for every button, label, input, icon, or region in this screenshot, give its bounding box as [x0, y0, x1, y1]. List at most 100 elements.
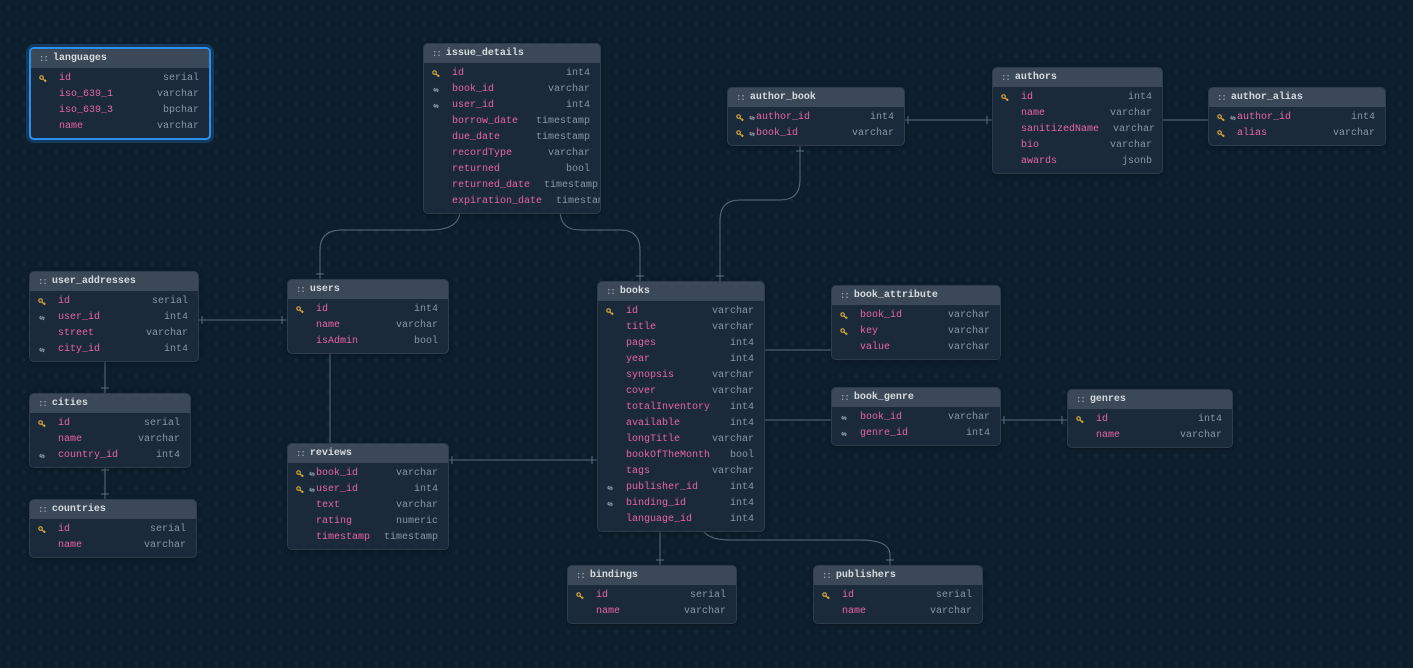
- table-book_genre[interactable]: ::book_genrebook_idvarchargenre_idint4: [831, 387, 1001, 446]
- table-issue_details[interactable]: ::issue_detailsidint4book_idvarcharuser_…: [423, 43, 601, 214]
- column-row[interactable]: returned_datetimestamp: [424, 177, 600, 193]
- column-row[interactable]: user_idint4: [424, 97, 600, 113]
- column-name: book_id: [316, 467, 358, 480]
- column-row[interactable]: aliasvarchar: [1209, 125, 1385, 141]
- column-row[interactable]: namevarchar: [30, 537, 196, 553]
- column-row[interactable]: idint4: [288, 301, 448, 317]
- table-users[interactable]: ::usersidint4namevarcharisAdminbool: [287, 279, 449, 354]
- table-header[interactable]: ::books: [598, 282, 764, 301]
- table-cities[interactable]: ::citiesidserialnamevarcharcountry_idint…: [29, 393, 191, 468]
- column-row[interactable]: keyvarchar: [832, 323, 1000, 339]
- column-row[interactable]: namevarchar: [568, 603, 736, 619]
- table-header[interactable]: ::author_alias: [1209, 88, 1385, 107]
- table-header[interactable]: ::reviews: [288, 444, 448, 463]
- column-row[interactable]: recordTypevarchar: [424, 145, 600, 161]
- table-genres[interactable]: ::genresidint4namevarchar: [1067, 389, 1233, 448]
- column-row[interactable]: borrow_datetimestamp: [424, 113, 600, 129]
- table-header[interactable]: ::user_addresses: [30, 272, 198, 291]
- table-user_addresses[interactable]: ::user_addressesidserialuser_idint4stree…: [29, 271, 199, 362]
- table-bindings[interactable]: ::bindingsidserialnamevarchar: [567, 565, 737, 624]
- table-header[interactable]: ::users: [288, 280, 448, 299]
- column-row[interactable]: idserial: [30, 521, 196, 537]
- column-row[interactable]: idserial: [30, 415, 190, 431]
- column-row[interactable]: iso_639_3bpchar: [31, 102, 209, 118]
- column-row[interactable]: idserial: [31, 70, 209, 86]
- table-header[interactable]: ::book_genre: [832, 388, 1000, 407]
- column-row[interactable]: book_idvarchar: [728, 125, 904, 141]
- column-row[interactable]: totalInventoryint4: [598, 399, 764, 415]
- column-row[interactable]: synopsisvarchar: [598, 367, 764, 383]
- column-row[interactable]: genre_idint4: [832, 425, 1000, 441]
- column-row[interactable]: availableint4: [598, 415, 764, 431]
- column-row[interactable]: user_idint4: [288, 481, 448, 497]
- column-row[interactable]: namevarchar: [993, 105, 1162, 121]
- column-row[interactable]: sanitizedNamevarchar: [993, 121, 1162, 137]
- table-author_book[interactable]: ::author_bookauthor_idint4book_idvarchar: [727, 87, 905, 146]
- column-row[interactable]: idint4: [1068, 411, 1232, 427]
- table-header[interactable]: ::authors: [993, 68, 1162, 87]
- column-row[interactable]: country_idint4: [30, 447, 190, 463]
- column-row[interactable]: iso_639_1varchar: [31, 86, 209, 102]
- column-row[interactable]: namevarchar: [814, 603, 982, 619]
- column-row[interactable]: covervarchar: [598, 383, 764, 399]
- column-row[interactable]: book_idvarchar: [832, 307, 1000, 323]
- column-row[interactable]: namevarchar: [1068, 427, 1232, 443]
- column-row[interactable]: biovarchar: [993, 137, 1162, 153]
- column-row[interactable]: expiration_datetimestamp: [424, 193, 600, 209]
- column-row[interactable]: returnedbool: [424, 161, 600, 177]
- table-header[interactable]: ::author_book: [728, 88, 904, 107]
- column-row[interactable]: language_idint4: [598, 511, 764, 527]
- column-row[interactable]: tagsvarchar: [598, 463, 764, 479]
- column-row[interactable]: idserial: [30, 293, 198, 309]
- column-row[interactable]: binding_idint4: [598, 495, 764, 511]
- table-header[interactable]: ::genres: [1068, 390, 1232, 409]
- column-row[interactable]: city_idint4: [30, 341, 198, 357]
- table-book_attribute[interactable]: ::book_attributebook_idvarcharkeyvarchar…: [831, 285, 1001, 360]
- column-row[interactable]: book_idvarchar: [424, 81, 600, 97]
- column-row[interactable]: namevarchar: [31, 118, 209, 134]
- table-header[interactable]: ::publishers: [814, 566, 982, 585]
- table-languages[interactable]: ::languagesidserialiso_639_1varchariso_6…: [29, 47, 211, 140]
- column-row[interactable]: user_idint4: [30, 309, 198, 325]
- column-row[interactable]: namevarchar: [288, 317, 448, 333]
- table-header[interactable]: ::countries: [30, 500, 196, 519]
- table-authors[interactable]: ::authorsidint4namevarcharsanitizedNamev…: [992, 67, 1163, 174]
- column-row[interactable]: streetvarchar: [30, 325, 198, 341]
- table-header[interactable]: ::book_attribute: [832, 286, 1000, 305]
- column-row[interactable]: author_idint4: [728, 109, 904, 125]
- column-name: name: [58, 433, 82, 446]
- table-reviews[interactable]: ::reviewsbook_idvarcharuser_idint4textva…: [287, 443, 449, 550]
- column-row[interactable]: author_idint4: [1209, 109, 1385, 125]
- column-row[interactable]: isAdminbool: [288, 333, 448, 349]
- column-row[interactable]: book_idvarchar: [288, 465, 448, 481]
- table-author_alias[interactable]: ::author_aliasauthor_idint4aliasvarchar: [1208, 87, 1386, 146]
- table-header[interactable]: ::bindings: [568, 566, 736, 585]
- column-row[interactable]: awardsjsonb: [993, 153, 1162, 169]
- column-row[interactable]: idserial: [568, 587, 736, 603]
- column-row[interactable]: valuevarchar: [832, 339, 1000, 355]
- table-countries[interactable]: ::countriesidserialnamevarchar: [29, 499, 197, 558]
- column-row[interactable]: bookOfTheMonthbool: [598, 447, 764, 463]
- column-row[interactable]: idvarchar: [598, 303, 764, 319]
- column-row[interactable]: timestamptimestamp: [288, 529, 448, 545]
- column-row[interactable]: idserial: [814, 587, 982, 603]
- column-row[interactable]: titlevarchar: [598, 319, 764, 335]
- column-row[interactable]: due_datetimestamp: [424, 129, 600, 145]
- column-row[interactable]: textvarchar: [288, 497, 448, 513]
- table-header[interactable]: ::languages: [31, 49, 209, 68]
- column-row[interactable]: longTitlevarchar: [598, 431, 764, 447]
- column-name: expiration_date: [452, 195, 542, 208]
- column-row[interactable]: yearint4: [598, 351, 764, 367]
- column-row[interactable]: idint4: [993, 89, 1162, 105]
- column-row[interactable]: pagesint4: [598, 335, 764, 351]
- column-row[interactable]: namevarchar: [30, 431, 190, 447]
- table-publishers[interactable]: ::publishersidserialnamevarchar: [813, 565, 983, 624]
- column-row[interactable]: ratingnumeric: [288, 513, 448, 529]
- table-books[interactable]: ::booksidvarchartitlevarcharpagesint4yea…: [597, 281, 765, 532]
- column-row[interactable]: idint4: [424, 65, 600, 81]
- column-name: name: [58, 539, 82, 552]
- column-row[interactable]: publisher_idint4: [598, 479, 764, 495]
- table-header[interactable]: ::issue_details: [424, 44, 600, 63]
- table-header[interactable]: ::cities: [30, 394, 190, 413]
- column-row[interactable]: book_idvarchar: [832, 409, 1000, 425]
